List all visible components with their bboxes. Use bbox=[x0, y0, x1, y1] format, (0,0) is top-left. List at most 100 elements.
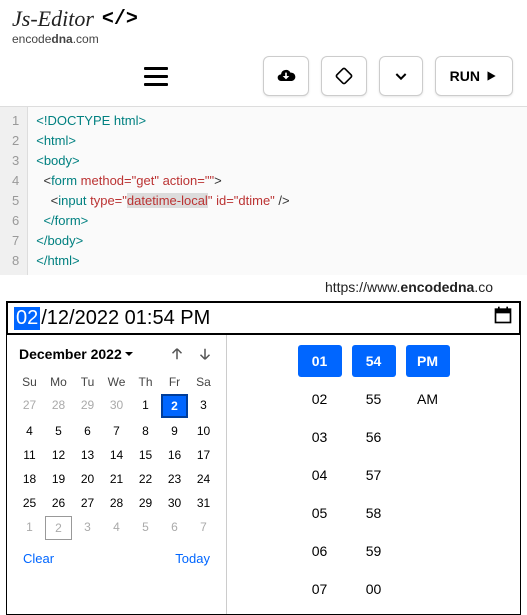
calendar-day[interactable]: 14 bbox=[102, 443, 131, 467]
calendar-day[interactable]: 6 bbox=[160, 515, 189, 541]
time-option[interactable]: 05 bbox=[298, 497, 342, 529]
calendar-day[interactable]: 30 bbox=[160, 491, 189, 515]
calendar-day[interactable]: 24 bbox=[189, 467, 218, 491]
time-option bbox=[406, 459, 450, 491]
time-option[interactable]: 56 bbox=[352, 421, 396, 453]
calendar-day[interactable]: 2 bbox=[45, 516, 72, 540]
time-option bbox=[406, 535, 450, 567]
calendar-month-select[interactable]: December 2022 bbox=[19, 346, 134, 362]
calendar-day[interactable]: 20 bbox=[73, 467, 102, 491]
calendar-day[interactable]: 28 bbox=[102, 491, 131, 515]
run-button[interactable]: RUN bbox=[435, 56, 513, 96]
calendar-day[interactable]: 2 bbox=[161, 394, 188, 418]
next-month-icon[interactable] bbox=[196, 345, 214, 363]
datetime-month-selected[interactable]: 02 bbox=[14, 307, 40, 330]
dow-header: Sa bbox=[189, 371, 218, 393]
code-icon: </> bbox=[102, 8, 138, 31]
calendar-day[interactable]: 7 bbox=[189, 515, 218, 541]
calendar-day[interactable]: 6 bbox=[73, 419, 102, 443]
calendar-day[interactable]: 27 bbox=[15, 393, 44, 419]
calendar-day[interactable]: 26 bbox=[44, 491, 73, 515]
calendar-day[interactable]: 5 bbox=[131, 515, 160, 541]
download-button[interactable] bbox=[263, 56, 309, 96]
calendar-day[interactable]: 31 bbox=[189, 491, 218, 515]
caret-down-icon bbox=[124, 349, 134, 359]
dropdown-button[interactable] bbox=[379, 56, 423, 96]
calendar-day[interactable]: 15 bbox=[131, 443, 160, 467]
code-area[interactable]: <!DOCTYPE html><html><body> <form method… bbox=[28, 107, 297, 275]
time-option bbox=[406, 497, 450, 529]
time-option[interactable]: AM bbox=[406, 383, 450, 415]
code-editor[interactable]: 12345678 <!DOCTYPE html><html><body> <fo… bbox=[0, 106, 527, 275]
time-option[interactable]: 59 bbox=[352, 535, 396, 567]
calendar-day[interactable]: 10 bbox=[189, 419, 218, 443]
time-option[interactable]: 55 bbox=[352, 383, 396, 415]
calendar-day[interactable]: 4 bbox=[15, 419, 44, 443]
calendar-day[interactable]: 25 bbox=[15, 491, 44, 515]
calendar-day[interactable]: 29 bbox=[131, 491, 160, 515]
time-option[interactable]: 58 bbox=[352, 497, 396, 529]
calendar-day[interactable]: 1 bbox=[15, 515, 44, 541]
calendar-day[interactable]: 5 bbox=[44, 419, 73, 443]
time-option bbox=[406, 573, 450, 605]
time-option[interactable]: PM bbox=[406, 345, 450, 377]
calendar-day[interactable]: 22 bbox=[131, 467, 160, 491]
play-icon bbox=[484, 69, 498, 83]
time-option[interactable]: 03 bbox=[298, 421, 342, 453]
time-option[interactable]: 57 bbox=[352, 459, 396, 491]
calendar-day[interactable]: 11 bbox=[15, 443, 44, 467]
time-option[interactable]: 07 bbox=[298, 573, 342, 605]
dow-header: We bbox=[102, 371, 131, 393]
header: Js-Editor </> encodedna.com bbox=[0, 0, 527, 50]
run-label: RUN bbox=[450, 68, 480, 84]
watermark: https://www.encodedna.co bbox=[0, 275, 527, 301]
calendar-day[interactable]: 13 bbox=[73, 443, 102, 467]
clear-button[interactable]: Clear bbox=[23, 551, 54, 566]
calendar-day[interactable]: 30 bbox=[102, 393, 131, 419]
prev-month-icon[interactable] bbox=[168, 345, 186, 363]
rotate-button[interactable] bbox=[321, 56, 367, 96]
calendar-day[interactable]: 12 bbox=[44, 443, 73, 467]
calendar-day[interactable]: 1 bbox=[131, 393, 160, 419]
calendar-grid: SuMoTuWeThFrSa27282930123456789101112131… bbox=[15, 371, 218, 541]
time-option[interactable]: 54 bbox=[352, 345, 396, 377]
cloud-download-icon bbox=[276, 66, 296, 86]
calendar-day[interactable]: 16 bbox=[160, 443, 189, 467]
calendar-day[interactable]: 29 bbox=[73, 393, 102, 419]
menu-icon[interactable] bbox=[144, 67, 168, 86]
calendar-icon[interactable] bbox=[493, 305, 513, 331]
dow-header: Su bbox=[15, 371, 44, 393]
time-option[interactable]: 00 bbox=[352, 573, 396, 605]
chevron-down-icon bbox=[393, 68, 409, 84]
calendar-day[interactable]: 18 bbox=[15, 467, 44, 491]
calendar-day[interactable]: 23 bbox=[160, 467, 189, 491]
datetime-container: 02 /12/2022 01:54 PM bbox=[6, 301, 521, 335]
calendar-day[interactable]: 19 bbox=[44, 467, 73, 491]
time-option bbox=[406, 421, 450, 453]
app-title: Js-Editor bbox=[12, 6, 94, 32]
time-option[interactable]: 06 bbox=[298, 535, 342, 567]
calendar-day[interactable]: 21 bbox=[102, 467, 131, 491]
calendar-day[interactable]: 3 bbox=[189, 393, 218, 419]
today-button[interactable]: Today bbox=[175, 551, 210, 566]
dow-header: Tu bbox=[73, 371, 102, 393]
calendar-day[interactable]: 3 bbox=[73, 515, 102, 541]
time-option[interactable]: 01 bbox=[298, 345, 342, 377]
subdomain: encodedna.com bbox=[12, 32, 515, 46]
calendar-day[interactable]: 17 bbox=[189, 443, 218, 467]
dow-header: Th bbox=[131, 371, 160, 393]
calendar-day[interactable]: 7 bbox=[102, 419, 131, 443]
calendar-day[interactable]: 27 bbox=[73, 491, 102, 515]
calendar-day[interactable]: 9 bbox=[160, 419, 189, 443]
toolbar: RUN bbox=[0, 50, 527, 106]
calendar-day[interactable]: 28 bbox=[44, 393, 73, 419]
calendar-day[interactable]: 8 bbox=[131, 419, 160, 443]
time-option[interactable]: 04 bbox=[298, 459, 342, 491]
line-gutter: 12345678 bbox=[0, 107, 28, 275]
datetime-rest[interactable]: /12/2022 01:54 PM bbox=[40, 307, 211, 330]
dow-header: Mo bbox=[44, 371, 73, 393]
datetime-input[interactable]: 02 /12/2022 01:54 PM bbox=[6, 303, 521, 335]
rotate-icon bbox=[334, 66, 354, 86]
calendar-day[interactable]: 4 bbox=[102, 515, 131, 541]
time-option[interactable]: 02 bbox=[298, 383, 342, 415]
